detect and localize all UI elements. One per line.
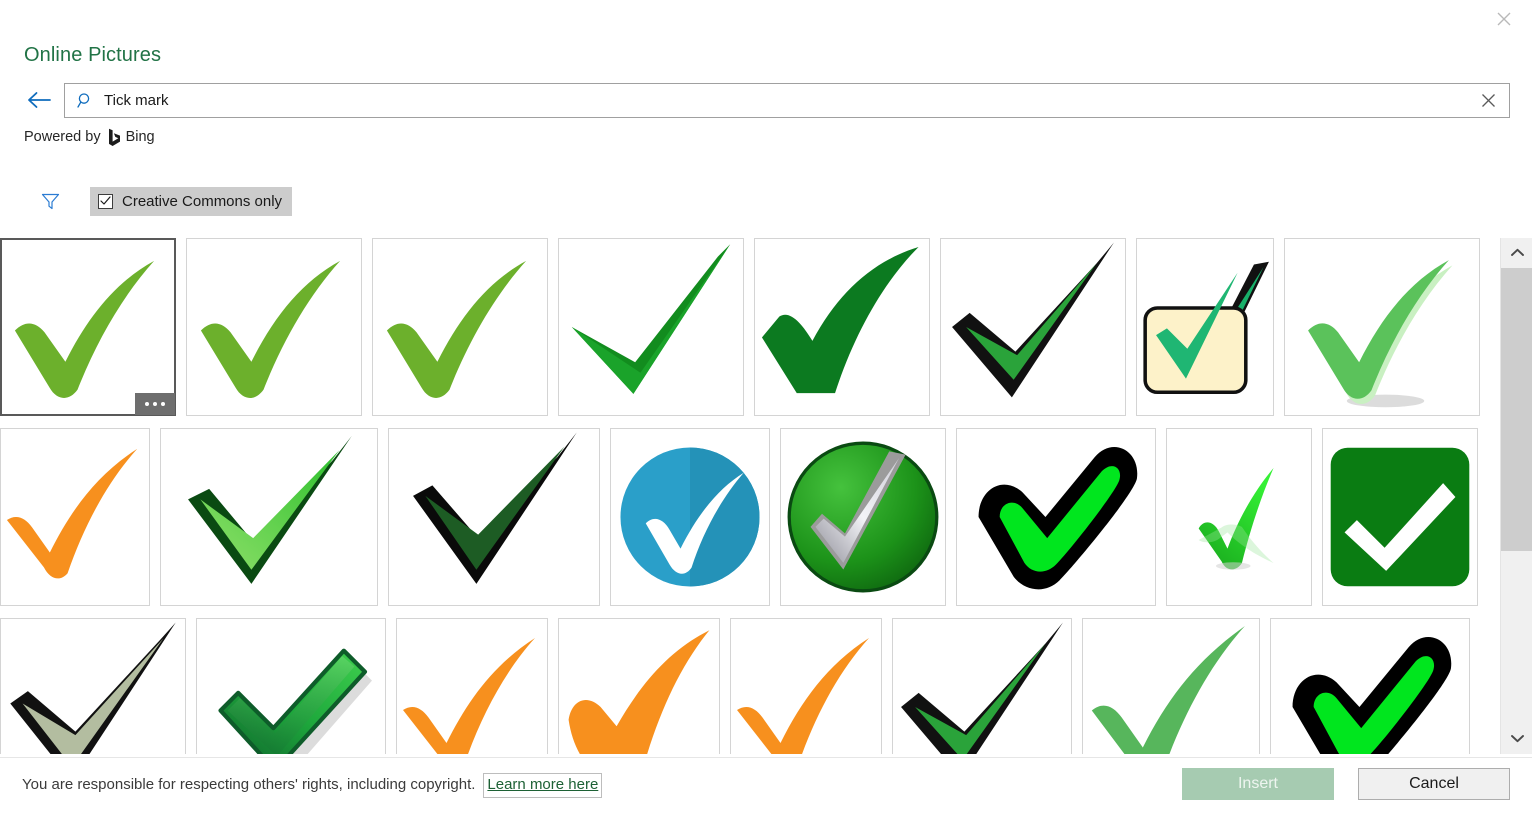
online-pictures-dialog: Online Pictures Powered by xyxy=(0,0,1532,820)
thumbnail-more-options-button[interactable] xyxy=(135,393,175,415)
dialog-title: Online Pictures xyxy=(24,44,162,66)
scrollbar-track[interactable] xyxy=(1501,268,1532,724)
result-thumbnail-24[interactable] xyxy=(1270,618,1470,754)
result-thumbnail-4[interactable] xyxy=(558,238,744,416)
learn-more-link[interactable]: Learn more here xyxy=(483,773,603,798)
scrollbar-thumb[interactable] xyxy=(1501,268,1532,551)
result-thumbnail-9[interactable] xyxy=(0,428,150,606)
creative-commons-checkbox[interactable] xyxy=(98,193,113,209)
insert-button[interactable]: Insert xyxy=(1182,768,1334,800)
footer-divider xyxy=(0,757,1532,758)
result-thumbnail-20[interactable] xyxy=(558,618,720,754)
filter-funnel-icon[interactable] xyxy=(36,187,64,215)
scroll-up-button[interactable] xyxy=(1501,238,1532,268)
chevron-up-icon xyxy=(1510,244,1524,262)
clear-icon[interactable] xyxy=(1475,87,1501,113)
result-thumbnail-21[interactable] xyxy=(730,618,882,754)
results-row xyxy=(0,428,1500,608)
chevron-down-icon xyxy=(1510,730,1524,748)
result-thumbnail-18[interactable] xyxy=(196,618,386,754)
result-thumbnail-5[interactable] xyxy=(754,238,930,416)
results-row xyxy=(0,238,1500,418)
result-thumbnail-3[interactable] xyxy=(372,238,548,416)
result-thumbnail-22[interactable] xyxy=(892,618,1072,754)
search-box[interactable] xyxy=(64,82,1510,118)
result-thumbnail-1[interactable] xyxy=(0,238,176,416)
cancel-button[interactable]: Cancel xyxy=(1358,768,1510,800)
bing-logo-icon xyxy=(108,128,121,147)
result-thumbnail-23[interactable] xyxy=(1082,618,1260,754)
close-icon xyxy=(1496,11,1512,27)
result-thumbnail-12[interactable] xyxy=(610,428,770,606)
creative-commons-filter[interactable]: Creative Commons only xyxy=(90,186,293,216)
results-row xyxy=(0,618,1500,754)
result-thumbnail-8[interactable] xyxy=(1284,238,1480,416)
results-area xyxy=(0,238,1500,754)
scroll-down-button[interactable] xyxy=(1501,724,1532,754)
result-thumbnail-13[interactable] xyxy=(780,428,946,606)
copyright-notice-text: You are responsible for respecting other… xyxy=(22,776,476,793)
result-thumbnail-7[interactable] xyxy=(1136,238,1274,416)
back-arrow-icon[interactable] xyxy=(22,83,56,117)
result-thumbnail-2[interactable] xyxy=(186,238,362,416)
filter-row: Creative Commons only xyxy=(36,186,293,216)
close-button[interactable] xyxy=(1484,4,1524,34)
search-row xyxy=(22,82,1510,118)
results-grid xyxy=(0,238,1500,754)
creative-commons-label: Creative Commons only xyxy=(122,192,283,210)
result-thumbnail-14[interactable] xyxy=(956,428,1156,606)
powered-by-label: Powered by xyxy=(24,129,101,145)
result-thumbnail-17[interactable] xyxy=(0,618,186,754)
search-input[interactable] xyxy=(94,83,1475,117)
result-thumbnail-11[interactable] xyxy=(388,428,600,606)
copyright-notice: You are responsible for respecting other… xyxy=(22,773,603,798)
result-thumbnail-16[interactable] xyxy=(1322,428,1478,606)
result-thumbnail-6[interactable] xyxy=(940,238,1126,416)
result-thumbnail-15[interactable] xyxy=(1166,428,1312,606)
bing-label: Bing xyxy=(125,129,155,145)
powered-by-bing: Powered by Bing xyxy=(24,127,155,147)
results-scrollbar[interactable] xyxy=(1500,238,1532,754)
result-thumbnail-19[interactable] xyxy=(396,618,548,754)
search-icon xyxy=(77,92,94,109)
result-thumbnail-10[interactable] xyxy=(160,428,378,606)
